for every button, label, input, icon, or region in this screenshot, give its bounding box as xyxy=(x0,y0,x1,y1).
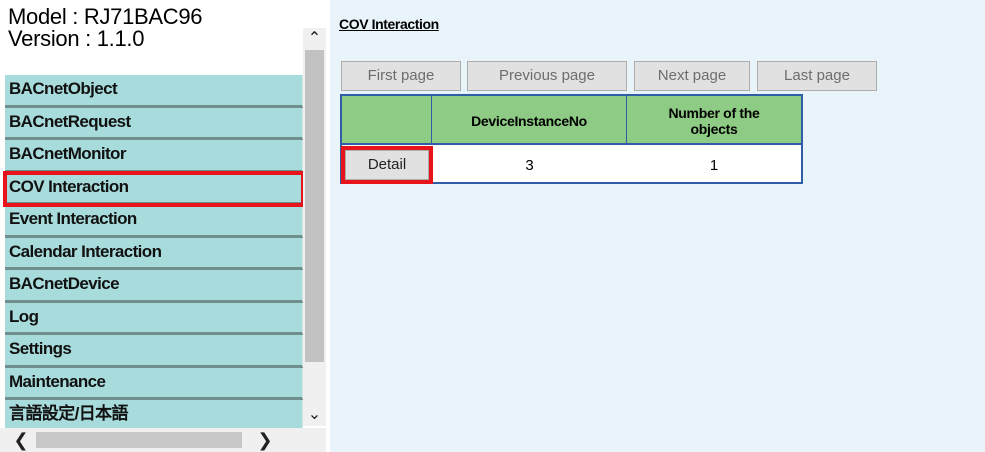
sidebar-item-cov-interaction[interactable]: COV Interaction xyxy=(3,170,305,207)
model-info: Model : RJ71BAC96 Version : 1.1.0 xyxy=(8,6,298,50)
version-label: Version : 1.1.0 xyxy=(8,26,145,51)
last-page-button[interactable]: Last page xyxy=(757,61,877,91)
first-page-button[interactable]: First page xyxy=(341,61,461,91)
horizontal-scrollbar[interactable]: ❮ ❯ xyxy=(0,428,326,452)
scroll-down-icon[interactable]: ⌄ xyxy=(303,404,326,426)
scroll-up-icon[interactable]: ⌃ xyxy=(303,28,326,50)
content-frame: COV Interaction First page Previous page… xyxy=(330,0,985,452)
next-page-button[interactable]: Next page xyxy=(634,61,750,91)
sidebar-item-bacnetrequest[interactable]: BACnetRequest xyxy=(5,107,303,140)
vertical-scroll-thumb[interactable] xyxy=(305,50,324,362)
previous-page-button[interactable]: Previous page xyxy=(467,61,627,91)
column-header-action xyxy=(342,96,432,145)
sidebar-menu: BACnetObject BACnetRequest BACnetMonitor… xyxy=(3,75,305,433)
sidebar-item-calendar-interaction[interactable]: Calendar Interaction xyxy=(5,237,303,270)
detail-button[interactable]: Detail xyxy=(341,146,433,184)
scroll-right-icon[interactable]: ❯ xyxy=(254,428,276,452)
device-instance-no-cell: 3 xyxy=(525,157,534,174)
sidebar-item-bacnetdevice[interactable]: BACnetDevice xyxy=(5,270,303,303)
cov-table: DeviceInstanceNo Number of the objects D… xyxy=(340,94,803,184)
sidebar-item-log[interactable]: Log xyxy=(5,302,303,335)
scroll-left-icon[interactable]: ❮ xyxy=(10,428,32,452)
column-header-device-instance-no: DeviceInstanceNo xyxy=(432,96,627,145)
sidebar-item-maintenance[interactable]: Maintenance xyxy=(5,367,303,400)
column-header-number-of-objects-label: Number of the objects xyxy=(668,104,760,137)
table-row: Detail 3 1 xyxy=(341,146,801,184)
navigation-frame: Model : RJ71BAC96 Version : 1.1.0 BACnet… xyxy=(0,0,326,452)
sidebar-item-settings[interactable]: Settings xyxy=(5,335,303,368)
number-of-objects-cell: 1 xyxy=(709,157,719,174)
column-header-number-of-objects: Number of the objects xyxy=(627,96,801,145)
sidebar-item-bacnetobject[interactable]: BACnetObject xyxy=(5,75,303,108)
sidebar-item-bacnetmonitor[interactable]: BACnetMonitor xyxy=(5,140,303,173)
page-title: COV Interaction xyxy=(339,16,439,32)
sidebar-item-event-interaction[interactable]: Event Interaction xyxy=(5,205,303,238)
horizontal-scroll-thumb[interactable] xyxy=(36,432,242,448)
table-header: DeviceInstanceNo Number of the objects xyxy=(342,96,801,145)
model-label: Model : RJ71BAC96 xyxy=(8,4,203,29)
vertical-scrollbar[interactable]: ⌃ ⌄ xyxy=(303,28,326,426)
